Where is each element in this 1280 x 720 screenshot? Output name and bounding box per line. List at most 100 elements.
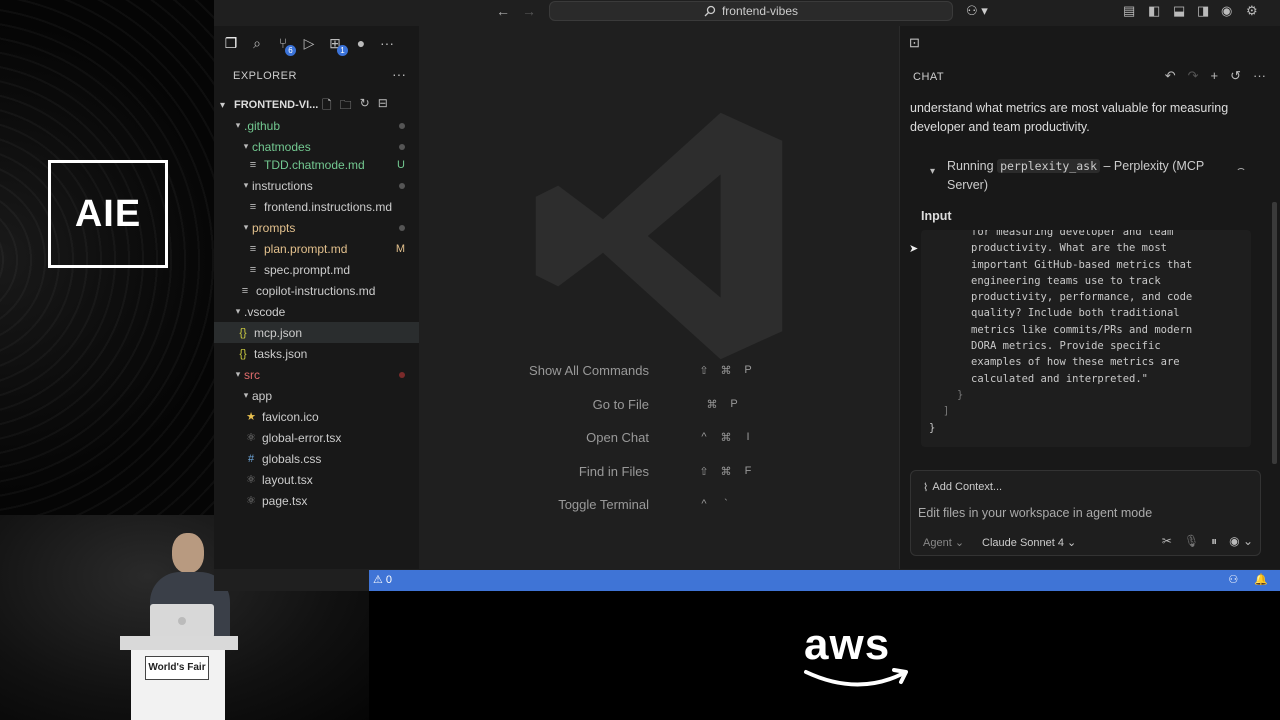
shortcut-toggle-terminal[interactable]: Toggle Terminal ^ ` [419, 494, 899, 514]
notifications-bell-icon[interactable]: 🔔 [1254, 573, 1268, 586]
tree-item-label: instructions [252, 178, 313, 193]
toggle-bottom-panel-icon[interactable]: ⬓ [1173, 3, 1185, 19]
redo-icon[interactable]: ↷ [1188, 68, 1199, 84]
run-debug-icon[interactable]: ▷ [300, 34, 318, 52]
toggle-sidebar-icon[interactable]: ◧ [1148, 3, 1160, 19]
tree-item-prompts[interactable]: ▾ prompts [214, 217, 419, 238]
new-file-icon[interactable]: 🗋 [322, 96, 332, 117]
microphone-icon[interactable]: 🎙 [1184, 534, 1199, 549]
add-context-button[interactable]: ⌇ Add Context... [923, 479, 1002, 495]
status-dot [399, 369, 405, 381]
tree-item-label: TDD.chatmode.md [264, 157, 365, 172]
chat-input-field[interactable]: Edit files in your workspace in agent mo… [918, 506, 1152, 520]
chevron-down-icon: ▾ [243, 222, 249, 232]
warning-icon: ⚠ [373, 574, 383, 586]
search-icon[interactable]: ⌕ [248, 34, 266, 52]
shortcut-open-chat[interactable]: Open Chat ^ ⌘ I [419, 427, 899, 447]
shortcut-show-all-commands[interactable]: Show All Commands ⇧ ⌘ P [419, 360, 899, 380]
event-backdrop: AIE [0, 0, 214, 515]
chevron-down-icon[interactable]: ▾ [930, 166, 935, 177]
shortcut-label: Open Chat [586, 429, 649, 445]
workspace-name: frontend-vibes [721, 4, 799, 18]
tree-item-src[interactable]: ▾ src [214, 364, 419, 385]
shortcut-find-in-files[interactable]: Find in Files ⇧ ⌘ F [419, 461, 899, 481]
shortcut-keys: ^ ⌘ I [701, 430, 750, 444]
tree-item-label: globals.css [262, 451, 322, 466]
model-dropdown[interactable]: Claude Sonnet 4 ⌄ [982, 536, 1076, 549]
toggle-secondary-sidebar-icon[interactable]: ◨ [1197, 3, 1209, 19]
shortcut-keys: ⇧ ⌘ F [699, 464, 752, 478]
shortcut-go-to-file[interactable]: Go to File ⌘ P [419, 394, 899, 414]
github-icon[interactable]: ● [352, 34, 370, 52]
tree-item-spec-prompt[interactable]: ≡ spec.prompt.md [214, 259, 419, 280]
more-icon[interactable]: ··· [1253, 68, 1266, 84]
search-icon [704, 5, 716, 17]
chat-bubble-icon[interactable]: ⊡ [909, 35, 920, 51]
mode-label: Agent [923, 536, 952, 549]
tool-call-block: ▾ Running perplexity_ask – Perplexity (M… [910, 152, 1260, 457]
refresh-icon[interactable]: ↻ [360, 96, 370, 117]
tree-item-label: chatmodes [252, 139, 311, 154]
tree-item-frontend-instructions[interactable]: ≡ frontend.instructions.md [214, 196, 419, 217]
extensions-badge: 1 [337, 45, 348, 56]
status-dot [399, 120, 405, 132]
copilot-status-icon[interactable]: ⚇ [1228, 573, 1238, 586]
copilot-icon[interactable]: ⚇ ▾ [966, 3, 988, 19]
mouse-cursor-icon: ➤ [909, 243, 919, 255]
tree-item-layout[interactable]: ⚛ layout.tsx [214, 469, 419, 490]
tree-item-github[interactable]: ▾ .github [214, 115, 419, 136]
collapse-all-icon[interactable]: ⊟ [378, 96, 388, 117]
mode-dropdown[interactable]: Agent ⌄ [923, 536, 964, 549]
shortcut-label: Go to File [592, 396, 649, 412]
tool-name: perplexity_ask [997, 159, 1100, 173]
tree-item-copilot-instructions[interactable]: ≡ copilot-instructions.md [214, 280, 419, 301]
more-icon[interactable]: ··· [378, 34, 396, 52]
command-center-search[interactable]: frontend-vibes [549, 1, 953, 21]
markdown-file-icon: ≡ [249, 263, 257, 276]
tree-item-label: spec.prompt.md [264, 262, 351, 277]
tree-item-tasks-json[interactable]: {} tasks.json [214, 343, 419, 364]
tree-item-tdd-chatmode[interactable]: ≡ TDD.chatmode.md U [214, 154, 419, 175]
new-chat-icon[interactable]: + [1211, 68, 1219, 84]
tree-item-globals-css[interactable]: # globals.css [214, 448, 419, 469]
tree-item-global-error[interactable]: ⚛ global-error.tsx [214, 427, 419, 448]
undo-icon[interactable]: ↶ [1165, 68, 1176, 84]
sidebar-tabs: ❐ ⌕ ⑂ 6 ▷ ⊞ 1 ● ··· [222, 34, 396, 56]
status-dot [399, 180, 405, 192]
star-file-icon: ★ [246, 411, 256, 423]
tree-item-label: .vscode [244, 304, 286, 319]
tree-item-app[interactable]: ▾ app [214, 385, 419, 406]
stop-icon[interactable]: ◉ ⌄ [1229, 534, 1253, 549]
explorer-sidebar: ❐ ⌕ ⑂ 6 ▷ ⊞ 1 ● ··· EXPLORER ··· ▾ FRONTEN… [214, 26, 419, 569]
source-control-icon[interactable]: ⑂ 6 [274, 34, 296, 56]
status-dot [399, 141, 405, 153]
files-icon[interactable]: ❐ [222, 34, 240, 52]
settings-gear-icon[interactable]: ⚙ [1246, 3, 1258, 19]
tree-item-mcp-json[interactable]: {} mcp.json [214, 322, 419, 343]
problems-count: 0 [385, 573, 392, 586]
new-folder-icon[interactable]: 🗀 [340, 96, 352, 117]
vscode-window: ← → frontend-vibes ⚇ ▾ ▤ ◧ ⬓ ◨ ◉ ⚙ ❐ ⌕ ⑂… [214, 0, 1280, 591]
forward-arrow-icon[interactable]: → [522, 3, 536, 19]
markdown-file-icon: ≡ [249, 158, 257, 171]
back-arrow-icon[interactable]: ← [496, 3, 510, 19]
tree-item-page[interactable]: ⚛ page.tsx [214, 490, 419, 511]
tree-item-plan-prompt[interactable]: ≡ plan.prompt.md M [214, 238, 419, 259]
tree-item-vscode[interactable]: ▾ .vscode [214, 301, 419, 322]
more-actions-icon[interactable]: ··· [392, 66, 406, 82]
tree-item-favicon[interactable]: ★ favicon.ico [214, 406, 419, 427]
pause-icon[interactable]: ⏸ [1211, 534, 1217, 549]
extensions-icon[interactable]: ⊞ 1 [326, 34, 348, 56]
problems-indicator[interactable]: ⚠ 0 [373, 573, 392, 587]
vscode-watermark-icon [535, 112, 783, 360]
tools-icon[interactable]: ✂ [1162, 534, 1172, 549]
account-icon[interactable]: ◉ [1221, 3, 1232, 19]
workspace-folder-header[interactable]: ▾ FRONTEND-VI... 🗋 🗀 ↻ ⊟ [214, 96, 419, 114]
history-icon[interactable]: ↺ [1230, 68, 1241, 84]
toggle-panel-icon[interactable]: ▤ [1123, 3, 1135, 19]
shortcut-label: Find in Files [578, 463, 649, 479]
chat-input-box[interactable]: ⌇ Add Context... Edit files in your work… [910, 470, 1261, 556]
tool-input-box[interactable]: for measuring developer and team producti… [921, 230, 1251, 447]
tree-item-instructions[interactable]: ▾ instructions [214, 175, 419, 196]
chat-scrollbar[interactable] [1272, 202, 1277, 464]
